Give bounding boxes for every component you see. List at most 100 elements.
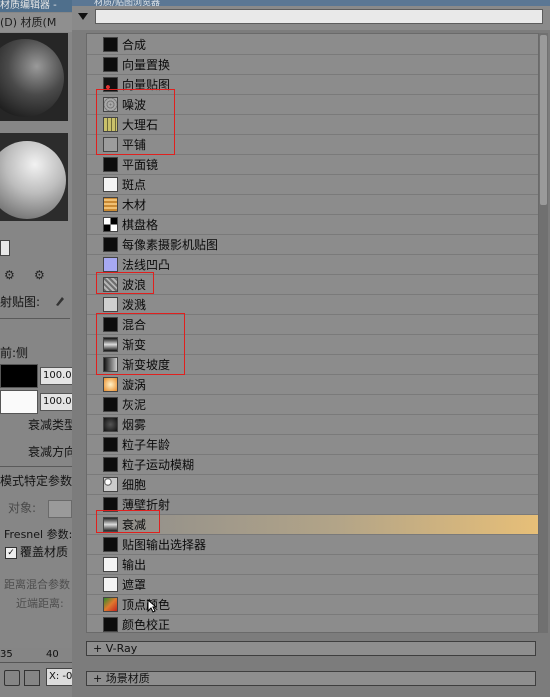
map-list-item[interactable]: 平铺 (87, 135, 538, 155)
eyedropper-icon[interactable] (54, 293, 66, 307)
cellular-swatch-icon (103, 477, 118, 492)
front-color-swatch[interactable] (0, 364, 38, 388)
map-list-item[interactable]: 向量贴图 (87, 75, 538, 95)
map-list-item-label: 向量贴图 (122, 78, 171, 92)
waves-swatch-icon (103, 277, 118, 292)
black-swatch-icon (103, 537, 118, 552)
selection-lock-icon[interactable] (24, 670, 40, 686)
near-distance-label: 近端距离: (16, 597, 64, 610)
map-list-item-label: 木材 (122, 198, 147, 212)
map-list-item[interactable]: 渐变坡度 (87, 355, 538, 375)
black-swatch-icon (103, 237, 118, 252)
map-list-item-label: 噪波 (122, 98, 147, 112)
put-to-scene-icon[interactable]: ⚙ (34, 268, 45, 282)
map-list-item[interactable]: 法线凹凸 (87, 255, 538, 275)
map-list-item-label: 平铺 (122, 138, 147, 152)
ruler-tick-40: 40 (46, 649, 59, 660)
key-filter-icon[interactable] (4, 670, 20, 686)
smoke-swatch-icon (103, 417, 118, 432)
map-list-item-label: 粒子运动模糊 (122, 458, 195, 472)
falloff-swatch-icon (103, 517, 118, 532)
material-slot-2[interactable] (0, 133, 68, 221)
map-list-item[interactable]: 木材 (87, 195, 538, 215)
override-checkbox[interactable]: ✓ (5, 547, 17, 559)
object-pick-button[interactable] (48, 500, 72, 518)
marble-swatch-icon (103, 117, 118, 132)
gradient-swatch-icon (103, 337, 118, 352)
map-list-item[interactable]: 贴图输出选择器 (87, 535, 538, 555)
browser-toolbar (72, 6, 550, 30)
map-list-item-label: 渐变坡度 (122, 358, 171, 372)
tiles-swatch-icon (103, 137, 118, 152)
map-list-item[interactable]: 每像素摄影机贴图 (87, 235, 538, 255)
map-list-item-label: 合成 (122, 38, 147, 52)
filter-dropdown-icon[interactable] (78, 13, 88, 20)
map-list-item-label: 渐变 (122, 338, 147, 352)
splat-swatch-icon (103, 297, 118, 312)
map-list-item[interactable]: 合成 (87, 35, 538, 55)
map-list-item[interactable]: 烟雾 (87, 415, 538, 435)
map-list-item[interactable]: 渐变 (87, 335, 538, 355)
material-map-browser: 材质/贴图浏览器 合成 向量置换 向量贴图 噪波 大理石 平铺 平面镜 斑点 木材 棋盘格 每像素摄… (72, 0, 550, 697)
map-list-item-label: 每像素摄影机贴图 (122, 238, 219, 252)
slot-scroll-handle[interactable] (0, 240, 10, 256)
map-list-item[interactable]: 灰泥 (87, 395, 538, 415)
map-list-item-label: 烟雾 (122, 418, 147, 432)
map-list: 合成向量置换向量贴图噪波大理石平铺平面镜斑点木材棋盘格每像素摄影机贴图法线凹凸波… (86, 33, 539, 633)
map-list-item[interactable]: 细胞 (87, 475, 538, 495)
front-amount-field[interactable]: 100.0 (40, 367, 74, 385)
map-list-item[interactable]: 遮罩 (87, 575, 538, 595)
map-list-item-label: 灰泥 (122, 398, 147, 412)
side-color-swatch[interactable] (0, 390, 38, 414)
material-slot-1[interactable] (0, 33, 68, 121)
map-list-item-label: 贴图输出选择器 (122, 538, 207, 552)
white-swatch-icon (103, 557, 118, 572)
wood-swatch-icon (103, 197, 118, 212)
white-swatch-icon (103, 177, 118, 192)
group-scene-materials[interactable]: + 场景材质 (86, 671, 536, 686)
map-list-item-label: 顶点颜色 (122, 598, 171, 612)
map-list-item[interactable]: 噪波 (87, 95, 538, 115)
map-list-item[interactable]: 混合 (87, 315, 538, 335)
map-list-item[interactable]: 漩涡 (87, 375, 538, 395)
map-list-item[interactable]: 棋盘格 (87, 215, 538, 235)
black-swatch-icon (103, 457, 118, 472)
map-list-item[interactable]: 衰减 (87, 515, 538, 535)
group-vray[interactable]: + V-Ray (86, 641, 536, 656)
mouse-pointer-icon (147, 598, 158, 613)
mode-params-label: 模式特定参数 (0, 474, 73, 488)
sample-sphere-light (0, 141, 66, 219)
list-scrollbar[interactable] (539, 33, 548, 633)
white-swatch-icon (103, 577, 118, 592)
map-list-item[interactable]: 平面镜 (87, 155, 538, 175)
side-amount-field[interactable]: 100.0 (40, 393, 74, 411)
map-list-item-label: 大理石 (122, 118, 159, 132)
map-list-item[interactable]: 输出 (87, 555, 538, 575)
map-list-item[interactable]: 颜色校正 (87, 615, 538, 632)
checker-swatch-icon (103, 217, 118, 232)
map-list-item[interactable]: 泼溅 (87, 295, 538, 315)
override-material-label: 覆盖材质 (20, 545, 69, 559)
black-swatch-icon (103, 617, 118, 632)
map-list-item[interactable]: 粒子运动模糊 (87, 455, 538, 475)
object-label: 对象: (8, 501, 37, 515)
black-swatch-icon (103, 497, 118, 512)
black-swatch-icon (103, 37, 118, 52)
map-list-item-label: 薄壁折射 (122, 498, 171, 512)
map-list-item[interactable]: 粒子年龄 (87, 435, 538, 455)
map-list-item[interactable]: 向量置换 (87, 55, 538, 75)
map-list-item[interactable]: 波浪 (87, 275, 538, 295)
map-list-item-label: 平面镜 (122, 158, 159, 172)
section-divider (0, 318, 70, 319)
get-material-icon[interactable]: ⚙ (4, 268, 15, 282)
gradient-ramp-swatch-icon (103, 357, 118, 372)
map-list-item[interactable]: 斑点 (87, 175, 538, 195)
scrollbar-thumb[interactable] (540, 35, 547, 205)
black-swatch-icon (103, 317, 118, 332)
search-input[interactable] (95, 9, 543, 24)
front-side-label: 前:侧 (0, 346, 29, 360)
map-list-item[interactable]: 大理石 (87, 115, 538, 135)
black-swatch-icon (103, 397, 118, 412)
map-list-item[interactable]: 薄壁折射 (87, 495, 538, 515)
reflection-map-label: 射贴图: (0, 295, 41, 309)
